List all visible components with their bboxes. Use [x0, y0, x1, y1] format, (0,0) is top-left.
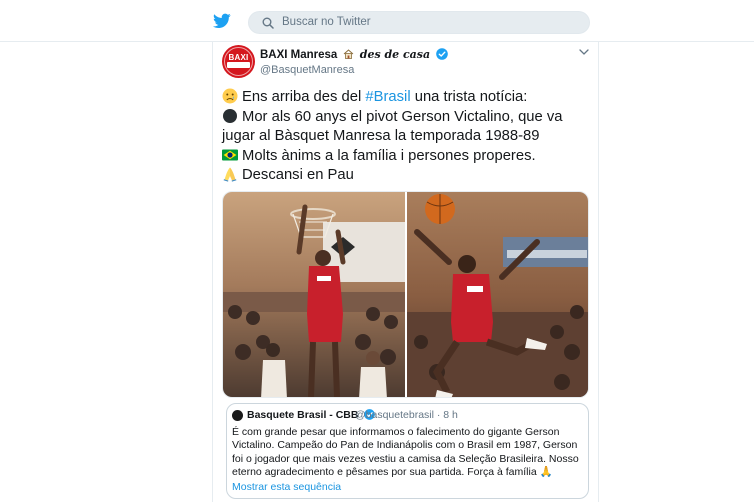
search-icon [262, 17, 274, 29]
tweet-text: Ens arriba des del #Brasil una trista no… [222, 88, 592, 186]
tweet-line-4: Molts ànims a la família i persones prop… [222, 147, 592, 167]
photo-player-dunking[interactable] [223, 192, 405, 398]
tweet-line-4-text: Molts ànims a la família i persones prop… [242, 147, 536, 164]
author-name[interactable]: BAXI Manresa des de casa [260, 48, 449, 61]
house-icon [343, 49, 353, 59]
avatar-logo-text: BAXI [228, 53, 249, 62]
tweet-line-2-text: Mor als 60 anys el pivot Gerson Victalin… [242, 108, 563, 125]
avatar[interactable]: BAXI [222, 45, 255, 78]
author-handle[interactable]: @BasquetManresa [260, 64, 354, 76]
tweet-line-1-start: Ens arriba des del [242, 89, 366, 105]
top-bar: Buscar no Twitter [0, 0, 754, 42]
quoted-tweet[interactable]: Basquete Brasil - CBB @basquetebrasil · … [226, 403, 589, 499]
tweet-card[interactable]: BAXI BAXI Manresa des de casa @BasquetMa… [212, 42, 599, 502]
twitter-page: Buscar no Twitter BAXI BAXI Manresa des … [0, 0, 754, 502]
search-placeholder: Buscar no Twitter [282, 16, 371, 28]
tweet-line-5: Descansi en Pau [222, 166, 592, 186]
tweet-line-1-end: una trista notícia: [410, 89, 528, 105]
avatar-band [227, 62, 250, 68]
photo-player-jumping[interactable] [407, 192, 589, 398]
black-circle-emoji [223, 108, 237, 123]
display-name: BAXI Manresa [260, 49, 338, 61]
tweet-line-5-text: Descansi en Pau [242, 167, 354, 184]
show-thread-link[interactable]: Mostrar esta sequência [232, 481, 341, 493]
quoted-text: É com grande pesar que informamos o fale… [232, 426, 579, 478]
twitter-bird-icon[interactable] [213, 13, 231, 29]
name-suffix: des de casa [359, 48, 431, 61]
tweet-line-3: jugar al Bàsquet Manresa la temporada 19… [222, 128, 540, 145]
verified-badge-icon [436, 48, 449, 60]
quoted-handle-time[interactable]: @basquetebrasil · 8 h [355, 409, 458, 421]
brazil-flag-emoji [222, 149, 238, 161]
hashtag-link[interactable]: #Brasil [365, 89, 410, 105]
search-box[interactable]: Buscar no Twitter [248, 11, 590, 34]
quoted-avatar[interactable] [232, 410, 243, 421]
tweet-line-2: Mor als 60 anys el pivot Gerson Victalin… [222, 108, 592, 128]
tweet-media[interactable] [222, 191, 589, 398]
tweet-line-1: Ens arriba des del #Brasil una trista no… [222, 88, 592, 108]
folded-hands-emoji [223, 167, 237, 182]
sad-face-emoji [222, 88, 238, 104]
quoted-display-name: Basquete Brasil - CBB [247, 409, 359, 421]
chevron-down-icon[interactable] [579, 48, 589, 56]
